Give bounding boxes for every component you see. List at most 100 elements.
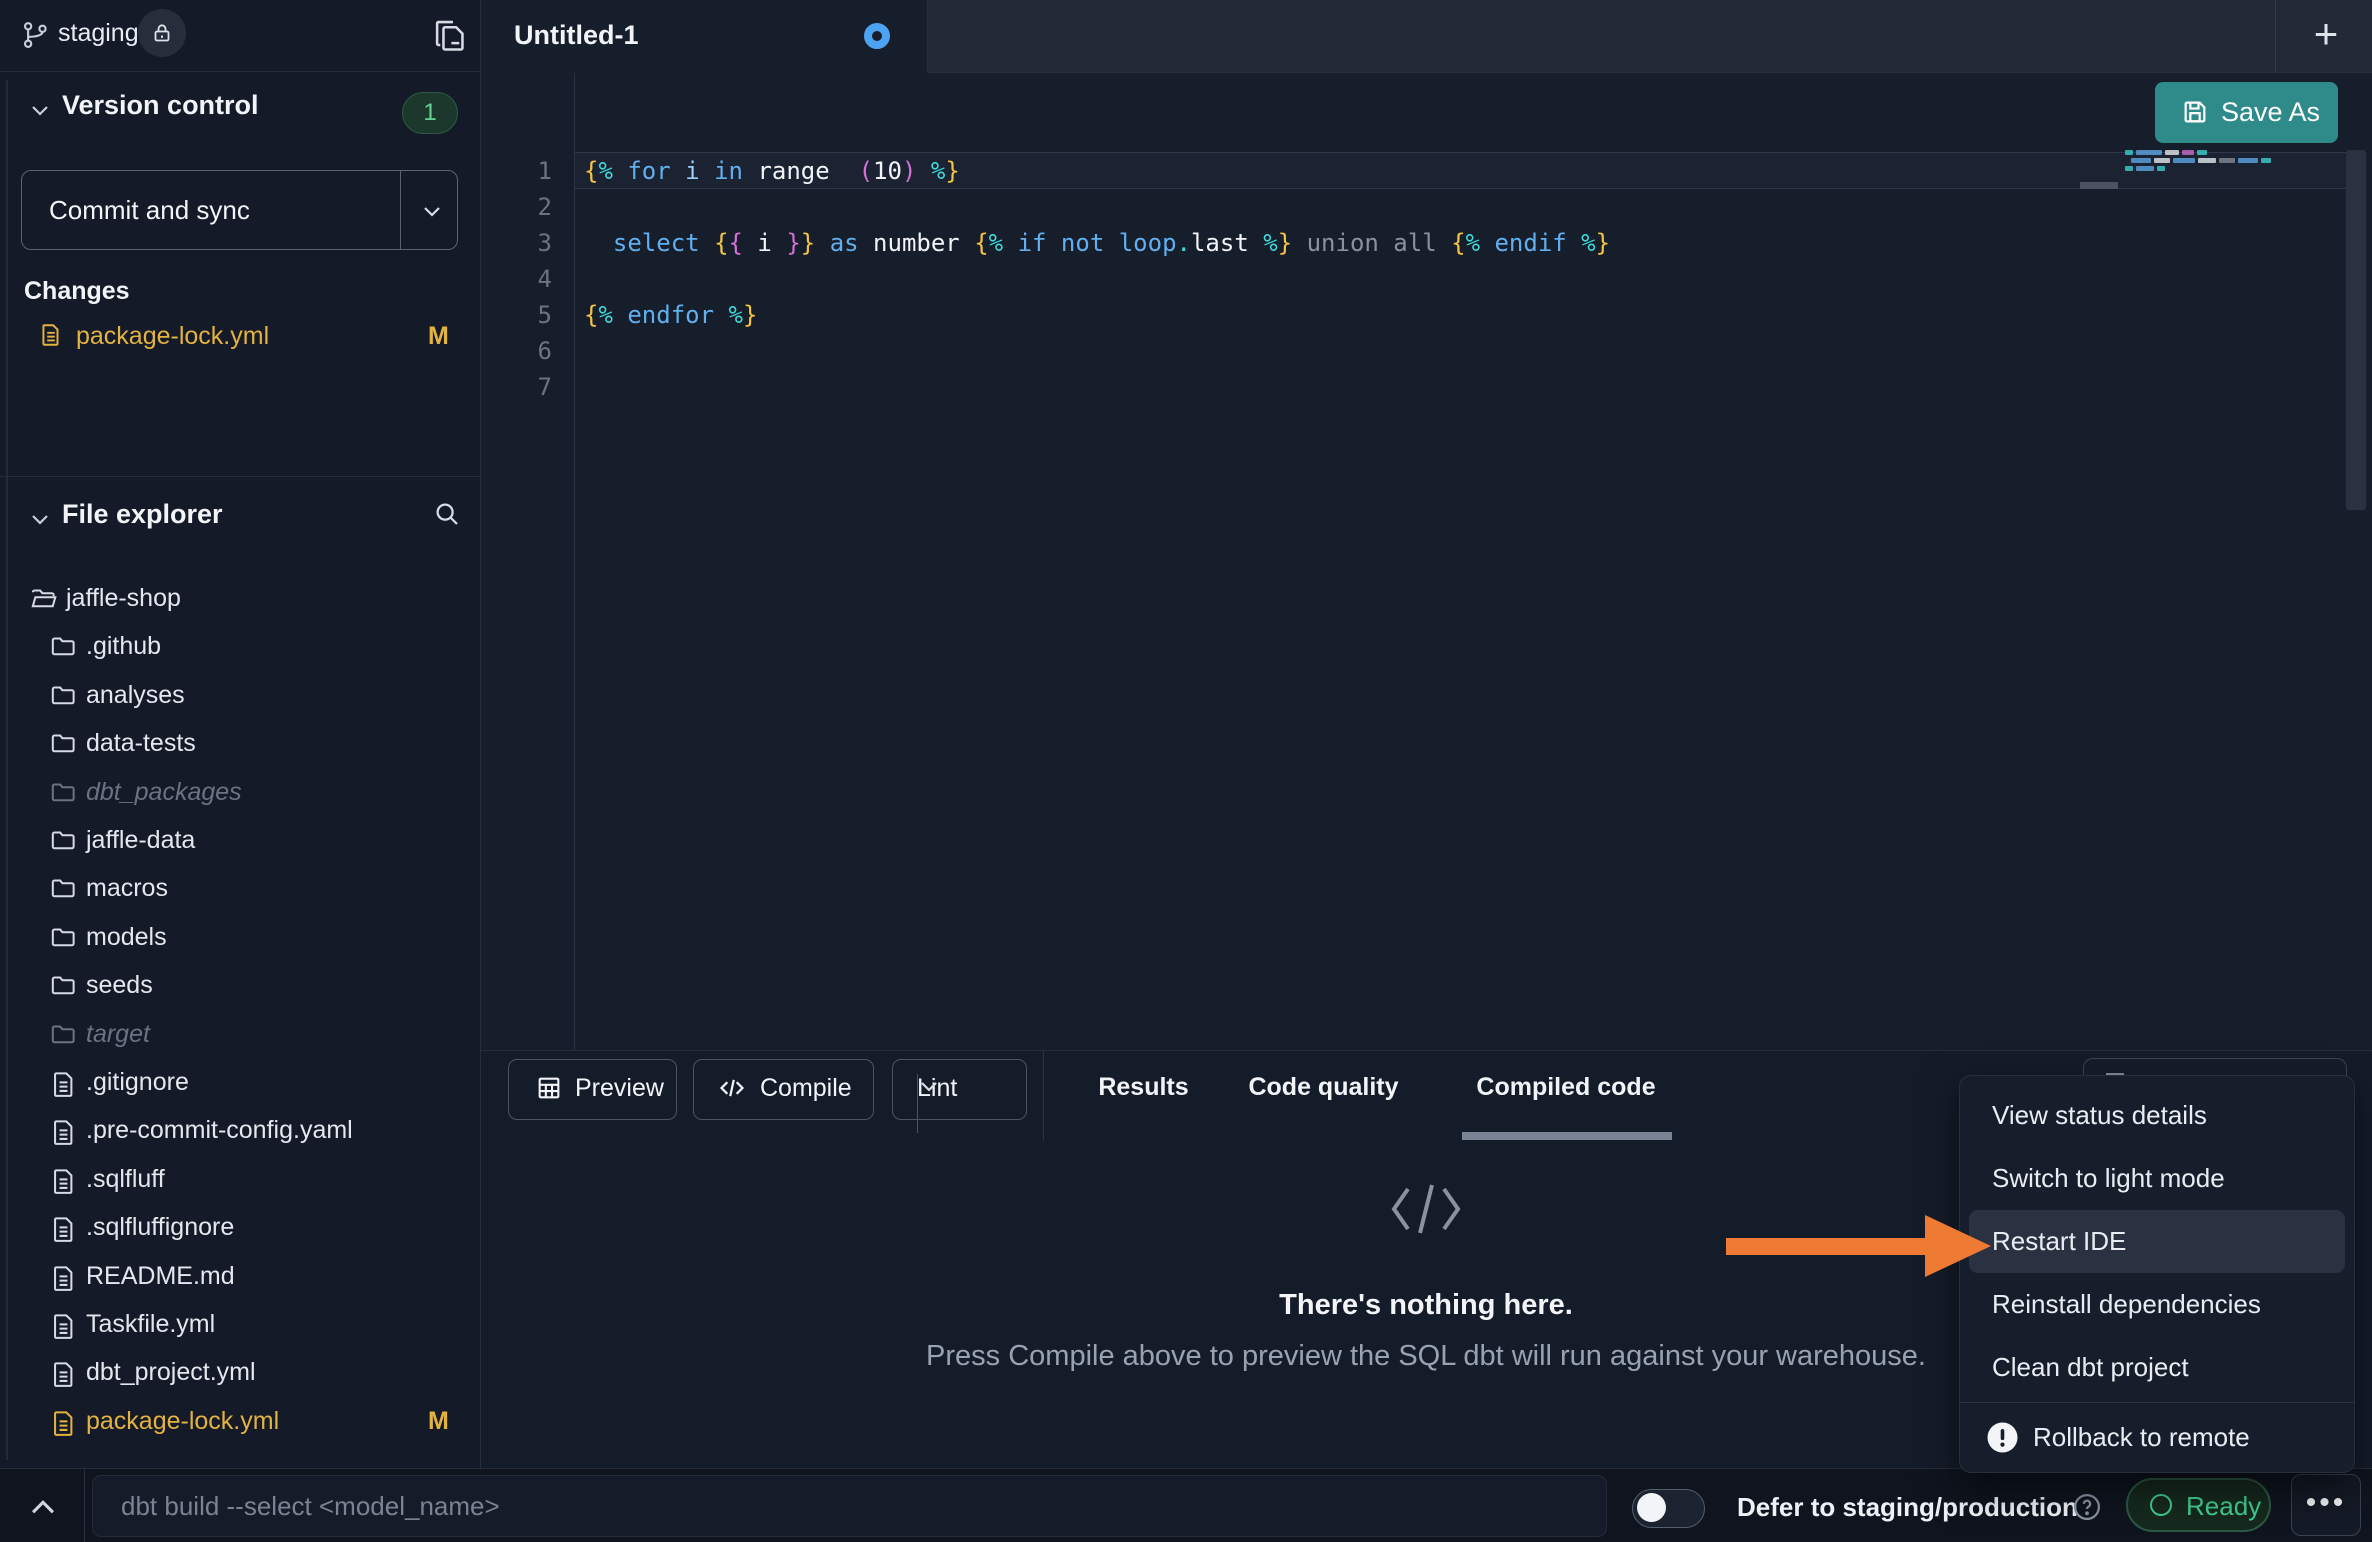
commit-and-sync-button[interactable]: Commit and sync <box>21 170 458 250</box>
tree-item--sqlfluff[interactable]: .sqlfluff <box>0 1156 480 1204</box>
line-number: 5 <box>481 297 552 333</box>
code-line-2[interactable]: 2 <box>481 189 2372 225</box>
new-tab-button[interactable]: + <box>2293 14 2359 60</box>
menu-item-view-status-details[interactable]: View status details <box>1960 1084 2354 1147</box>
menu-item-reinstall-dependencies[interactable]: Reinstall dependencies <box>1960 1273 2354 1336</box>
file-icon <box>50 1215 77 1239</box>
command-placeholder: dbt build --select <model_name> <box>121 1491 500 1522</box>
copy-branch-icon[interactable] <box>430 17 468 55</box>
tree-item-label: jaffle-data <box>86 826 195 855</box>
chevron-down-icon[interactable] <box>917 1074 941 1098</box>
modified-status-badge: M <box>428 1407 449 1436</box>
tree-item-dbt-packages[interactable]: dbt_packages <box>0 769 480 817</box>
menu-item-restart-ide[interactable]: Restart IDE <box>1969 1210 2345 1273</box>
tree-item-dbt-project-yml[interactable]: dbt_project.yml <box>0 1349 480 1397</box>
pane-tab-code-quality[interactable]: Code quality <box>1226 1073 1421 1113</box>
file-icon <box>50 1264 77 1288</box>
more-options-button[interactable]: ••• <box>2291 1474 2361 1536</box>
tree-item-models[interactable]: models <box>0 914 480 962</box>
status-bar-divider <box>84 1469 85 1542</box>
line-number: 2 <box>481 189 552 225</box>
tree-item--pre-commit-config-yaml[interactable]: .pre-commit-config.yaml <box>0 1107 480 1155</box>
tree-item-seeds[interactable]: seeds <box>0 962 480 1010</box>
save-as-button[interactable]: Save As <box>2155 82 2338 143</box>
tree-item--sqlfluffignore[interactable]: .sqlfluffignore <box>0 1204 480 1252</box>
table-icon <box>535 1074 563 1102</box>
tree-item-target[interactable]: target <box>0 1011 480 1059</box>
code-line-4[interactable]: 4 <box>481 261 2372 297</box>
tree-item--gitignore[interactable]: .gitignore <box>0 1059 480 1107</box>
editor-scrollbar[interactable] <box>2346 150 2366 510</box>
code-line-6[interactable]: 6 <box>481 333 2372 369</box>
tab-untitled-1[interactable]: Untitled-1 <box>481 0 928 74</box>
tab-title: Untitled-1 <box>514 20 639 51</box>
pane-tab-compiled-code[interactable]: Compiled code <box>1441 1073 1691 1113</box>
tree-item-analyses[interactable]: analyses <box>0 672 480 720</box>
active-tab-underline <box>1462 1132 1672 1140</box>
tree-item-jaffle-data[interactable]: jaffle-data <box>0 817 480 865</box>
unsaved-dot-icon[interactable] <box>864 23 890 49</box>
minimap-slider[interactable] <box>2080 182 2118 189</box>
ide-options-menu: View status detailsSwitch to light modeR… <box>1959 1075 2355 1473</box>
menu-item-switch-to-light-mode[interactable]: Switch to light mode <box>1960 1147 2354 1210</box>
tree-item-label: dbt_packages <box>86 778 242 807</box>
tree-item-label: models <box>86 923 167 952</box>
changed-file-name: package-lock.yml <box>76 322 269 351</box>
commit-split-divider <box>400 171 401 249</box>
menu-item-rollback-to-remote[interactable]: Rollback to remote <box>1960 1406 2354 1469</box>
folder-icon <box>50 683 77 707</box>
defer-label: Defer to staging/production <box>1737 1492 2078 1523</box>
menu-item-label: View status details <box>1992 1100 2207 1130</box>
tree-item-macros[interactable]: macros <box>0 865 480 913</box>
tree-item-label: target <box>86 1020 150 1049</box>
chevron-down-icon[interactable] <box>28 98 52 122</box>
ready-label: Ready <box>2186 1491 2261 1522</box>
chevron-down-icon[interactable] <box>28 507 52 531</box>
menu-item-label: Clean dbt project <box>1992 1352 2189 1382</box>
commit-and-sync-label: Commit and sync <box>49 195 250 226</box>
file-icon <box>38 322 64 350</box>
tree-item-label: .github <box>86 632 161 661</box>
tree-item-label: .gitignore <box>86 1068 189 1097</box>
folder-icon <box>50 828 77 852</box>
tree-item-package-lock-yml[interactable]: package-lock.ymlM <box>0 1398 480 1446</box>
branch-lock-badge <box>138 9 186 57</box>
lint-button[interactable]: Lint <box>892 1059 1027 1120</box>
folder-icon <box>50 973 77 997</box>
tree-item-readme-md[interactable]: README.md <box>0 1253 480 1301</box>
tree-item-jaffle-shop[interactable]: jaffle-shop <box>0 575 480 623</box>
empty-state-subtitle: Press Compile above to preview the SQL d… <box>926 1340 1926 1373</box>
tree-item-taskfile-yml[interactable]: Taskfile.yml <box>0 1301 480 1349</box>
command-input[interactable]: dbt build --select <model_name> <box>92 1475 1607 1537</box>
chevron-down-icon[interactable] <box>420 199 444 223</box>
tree-item-label: .sqlfluff <box>86 1165 165 1194</box>
code-line-7[interactable]: 7 <box>481 369 2372 405</box>
tree-item-data-tests[interactable]: data-tests <box>0 720 480 768</box>
tree-item--github[interactable]: .github <box>0 623 480 671</box>
pane-tab-results[interactable]: Results <box>1081 1073 1206 1113</box>
changes-label: Changes <box>24 277 130 306</box>
ready-status-badge[interactable]: Ready <box>2126 1478 2271 1532</box>
ready-ring-icon <box>2150 1494 2172 1516</box>
code-line-5[interactable]: 5{% endfor %} <box>481 297 2372 333</box>
preview-button[interactable]: Preview <box>508 1059 677 1120</box>
sidebar: staging Version control 1 <box>0 0 481 1468</box>
tree-item-label: analyses <box>86 681 185 710</box>
tree-item-label: data-tests <box>86 729 196 758</box>
menu-item-clean-dbt-project[interactable]: Clean dbt project <box>1960 1336 2354 1399</box>
menu-item-label: Rollback to remote <box>2033 1422 2250 1452</box>
search-icon[interactable] <box>432 499 462 529</box>
code-editor[interactable]: 1{% for i in range (10) %}23 select {{ i… <box>481 73 2372 1050</box>
code-icon <box>718 1074 746 1102</box>
line-number: 3 <box>481 225 552 261</box>
chevron-up-icon[interactable] <box>26 1491 60 1521</box>
tree-item-label: jaffle-shop <box>66 584 181 613</box>
ellipsis-icon: ••• <box>2306 1486 2347 1519</box>
compile-button[interactable]: Compile <box>693 1059 874 1120</box>
help-icon[interactable] <box>2072 1492 2102 1522</box>
defer-toggle[interactable] <box>1632 1489 1705 1528</box>
folder-icon <box>50 731 77 755</box>
file-explorer-section: File explorer jaffle-shop.githubanalyses… <box>0 477 480 1468</box>
code-line-3[interactable]: 3 select {{ i }} as number {% if not loo… <box>481 225 2372 261</box>
changed-file-row[interactable]: package-lock.yml M <box>0 312 480 360</box>
